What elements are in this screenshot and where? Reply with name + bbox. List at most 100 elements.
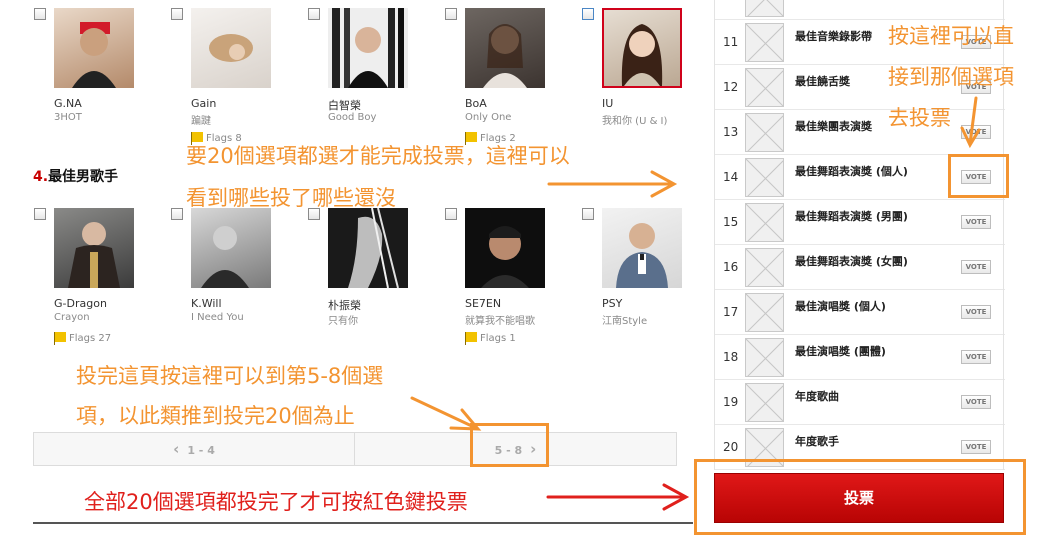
candidate-photo[interactable] [54,8,134,88]
candidate-checkbox[interactable] [34,8,46,20]
category-row[interactable]: 17 最佳演唱獎 (個人) VOTE [715,290,1005,335]
category-label: 最佳舞蹈表演獎 (個人) [795,165,908,178]
chevron-left-icon: ‹ [173,440,180,458]
category-thumbnail [745,338,784,377]
candidate-name: IU [602,97,614,110]
candidate-card[interactable]: K.Will I Need You [171,208,303,353]
category-row[interactable]: 16 最佳舞蹈表演獎 (女團) VOTE [715,245,1005,290]
section-label: 最佳男歌手 [48,169,119,185]
candidate-photo[interactable] [54,208,134,288]
candidate-name: Gain [191,97,217,110]
category-thumbnail [745,158,784,197]
candidate-checkbox[interactable] [308,8,320,20]
category-row[interactable] [715,0,1005,20]
category-thumbnail [745,113,784,152]
flags-count: Flags 27 [54,332,112,345]
candidate-card[interactable]: IU 我和你 (U & I) [582,8,714,153]
category-number: 12 [723,80,739,94]
candidate-card[interactable]: G.NA 3HOT [34,8,166,153]
section-number: 4. [33,169,49,185]
category-label: 最佳舞蹈表演獎 (男團) [795,210,908,223]
candidate-song: 江南Style [602,316,648,327]
candidate-photo[interactable] [465,208,545,288]
candidate-card[interactable]: Gain 蹁踺 Flags 8 [171,8,303,153]
candidate-photo[interactable] [191,208,271,288]
category-row[interactable]: 13 最佳樂團表演獎 VOTE [715,110,1005,155]
category-label: 年度歌曲 [795,390,839,403]
candidate-photo[interactable] [602,208,682,288]
candidate-name: G-Dragon [54,297,107,310]
candidate-song: Only One [465,112,512,123]
category-row[interactable]: 15 最佳舞蹈表演獎 (男團) VOTE [715,200,1005,245]
highlight-box [948,154,1009,198]
category-number: 15 [723,215,739,229]
candidate-photo[interactable] [328,8,408,88]
candidate-song: Good Boy [328,112,377,123]
arrow-right-icon [662,483,690,511]
candidate-checkbox[interactable] [445,208,457,220]
candidate-song: 就算我不能唱歌 [465,316,535,327]
candidate-song: 只有你 [328,316,358,327]
prev-page-button[interactable]: ‹ 1 - 4 [34,433,355,465]
candidate-checkbox[interactable] [445,8,457,20]
category-thumbnail [745,248,784,287]
candidate-photo[interactable] [191,8,271,88]
candidate-checkbox[interactable] [171,8,183,20]
candidate-name: PSY [602,297,623,310]
category-thumbnail [745,383,784,422]
candidate-name: 白智榮 [328,99,361,112]
highlight-box [694,459,1026,535]
candidate-card[interactable]: 朴振榮 只有你 [308,208,440,353]
prev-page-label: 1 - 4 [187,444,215,457]
category-label: 最佳演唱獎 (個人) [795,300,886,313]
candidate-photo[interactable] [602,8,682,88]
arrow-down-right-icon [410,396,478,430]
category-row[interactable]: 18 最佳演唱獎 (團體) VOTE [715,335,1005,380]
candidate-name: BoA [465,97,487,110]
vote-button[interactable]: VOTE [961,395,991,409]
candidate-song: Crayon [54,312,90,323]
candidate-photo[interactable] [328,208,408,288]
vote-button[interactable]: VOTE [961,440,991,454]
candidate-photo[interactable] [465,8,545,88]
candidate-card[interactable]: 白智榮 Good Boy [308,8,440,153]
category-row[interactable]: 19 年度歌曲 VOTE [715,380,1005,425]
flag-icon [54,332,66,345]
candidate-checkbox[interactable] [582,8,594,20]
pagination: ‹ 1 - 4 5 - 8 › [33,432,677,466]
vote-button[interactable]: VOTE [961,125,991,139]
candidate-name: SE7EN [465,297,502,310]
annotation-text: 看到哪些投了哪些還沒 [186,186,396,210]
vote-button[interactable]: VOTE [961,350,991,364]
annotation-text: 按這裡可以直 [888,24,1014,48]
candidate-song: 我和你 (U & I) [602,116,668,127]
category-thumbnail [745,293,784,332]
vote-button[interactable]: VOTE [961,305,991,319]
flags-label: Flags 1 [480,333,516,344]
category-thumbnail [745,23,784,62]
category-label: 最佳樂團表演獎 [795,120,872,133]
category-label: 最佳音樂錄影帶 [795,30,872,43]
annotation-text: 要20個選項都選才能完成投票，這裡可以 [186,144,570,168]
category-thumbnail [745,203,784,242]
divider [33,522,693,524]
vote-button[interactable]: VOTE [961,215,991,229]
candidate-card[interactable]: SE7EN 就算我不能唱歌 Flags 1 [445,208,577,353]
arrow-right-icon [650,170,678,198]
candidate-checkbox[interactable] [171,208,183,220]
category-number: 19 [723,395,739,409]
candidate-checkbox[interactable] [34,208,46,220]
candidate-card[interactable]: PSY 江南Style [582,208,714,353]
category-label: 最佳舞蹈表演獎 (女團) [795,255,908,268]
candidate-song: I Need You [191,312,244,323]
candidate-card[interactable]: BoA Only One Flags 2 [445,8,577,153]
candidate-song: 3HOT [54,112,82,123]
candidate-checkbox[interactable] [582,208,594,220]
category-label: 年度歌手 [795,435,839,448]
candidate-name: K.Will [191,297,222,310]
annotation-text: 接到那個選項 [888,65,1014,89]
vote-button[interactable]: VOTE [961,260,991,274]
category-number: 18 [723,350,739,364]
candidate-card[interactable]: G-Dragon Crayon Flags 27 [34,208,166,353]
flags-label: Flags 27 [69,333,112,344]
